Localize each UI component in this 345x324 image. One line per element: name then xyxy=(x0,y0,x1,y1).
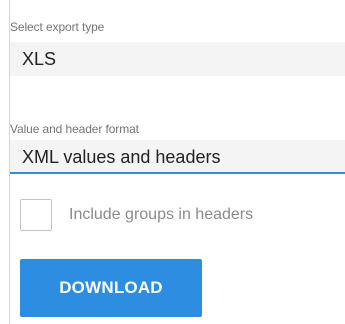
export-type-label: Select export type xyxy=(10,20,105,34)
include-groups-label: Include groups in headers xyxy=(69,206,254,223)
download-button[interactable]: DOWNLOAD xyxy=(20,259,202,317)
format-select[interactable]: XML values and headers xyxy=(10,140,345,174)
export-type-select[interactable]: XLS xyxy=(10,42,345,76)
format-label: Value and header format xyxy=(10,122,139,136)
include-groups-checkbox[interactable] xyxy=(20,199,52,231)
